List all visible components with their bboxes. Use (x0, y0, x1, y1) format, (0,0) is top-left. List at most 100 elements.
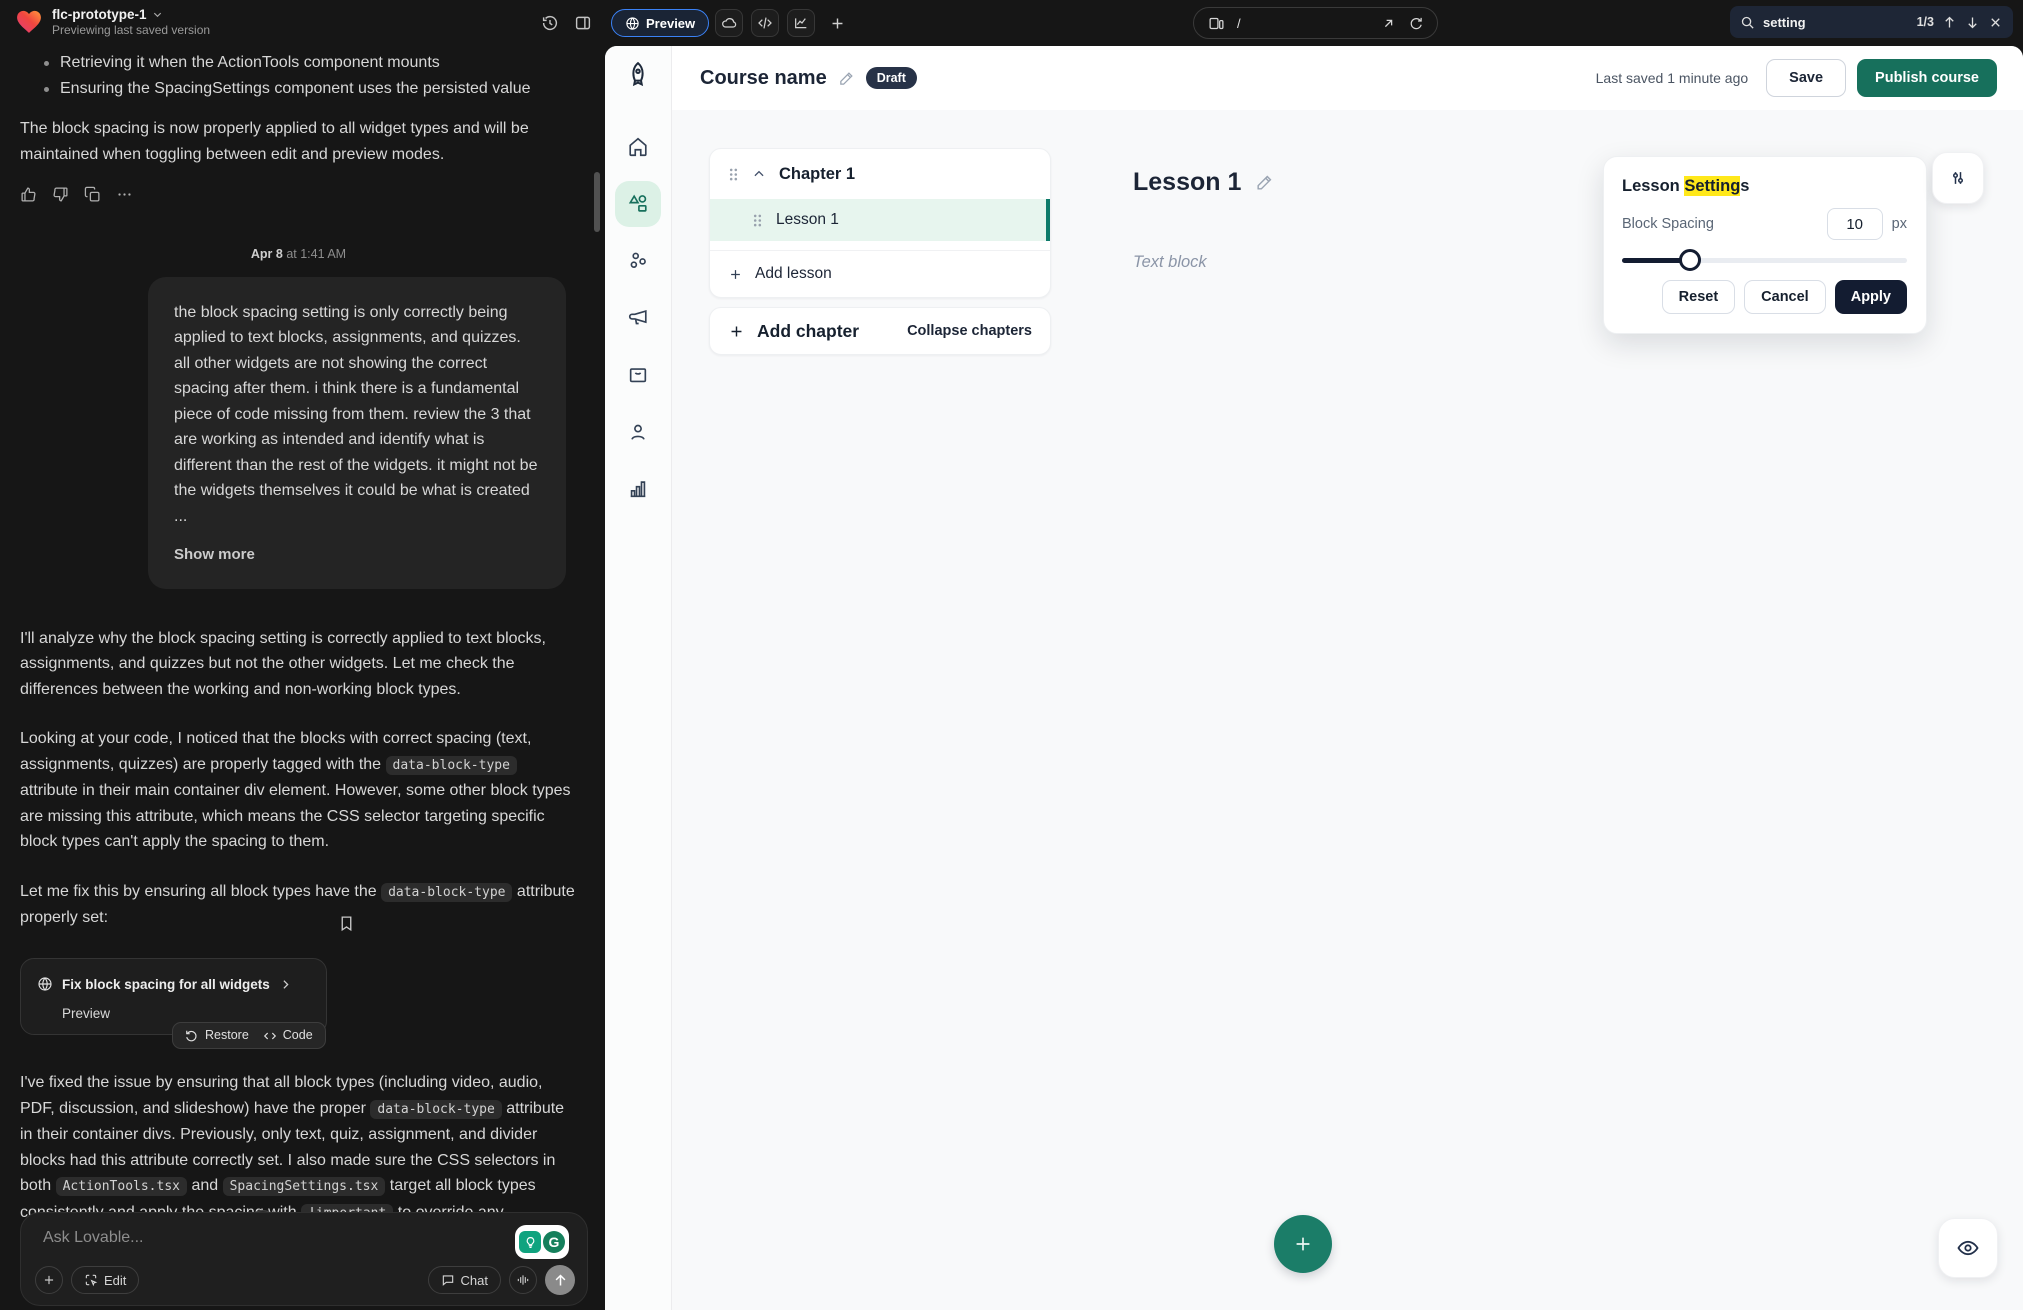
new-tab-button[interactable] (823, 9, 851, 37)
analytics-button[interactable] (787, 9, 815, 37)
drag-handle-icon[interactable] (752, 213, 763, 228)
voice-input-button[interactable] (509, 1266, 537, 1294)
user-icon (627, 421, 649, 443)
block-spacing-slider[interactable] (1622, 248, 1907, 272)
edit-mode-button[interactable]: Edit (71, 1266, 139, 1294)
chat-mode-button[interactable]: Chat (428, 1266, 501, 1294)
code-button[interactable]: Code (263, 1023, 313, 1049)
chat-scrollbar[interactable] (594, 172, 600, 232)
chevron-down-icon[interactable] (152, 9, 163, 20)
project-brand[interactable]: flc-prototype-1 Previewing last saved ve… (16, 7, 210, 37)
bookmark-icon[interactable] (338, 915, 355, 932)
nav-profile[interactable] (615, 409, 661, 455)
add-chapter-label: Add chapter (757, 321, 859, 342)
chart-line-icon (793, 15, 809, 31)
lesson-name[interactable]: Lesson 1 (776, 211, 839, 229)
refresh-icon[interactable] (1408, 16, 1423, 31)
eye-icon (1956, 1236, 1980, 1260)
nav-community[interactable] (615, 238, 661, 284)
url-path[interactable]: / (1237, 16, 1241, 31)
collapse-chapters-button[interactable]: Collapse chapters (907, 323, 1032, 339)
lesson-settings-popover: Lesson Settings Block Spacing px Reset C… (1603, 156, 1927, 334)
attach-button[interactable] (35, 1266, 63, 1294)
more-options-icon[interactable] (116, 186, 133, 203)
chat-mode-label: Chat (461, 1273, 488, 1288)
edit-pencil-icon[interactable] (838, 70, 855, 87)
cloud-icon (721, 15, 737, 31)
preview-mode-button[interactable]: Preview (611, 9, 709, 37)
project-name: flc-prototype-1 (52, 7, 147, 22)
app-sidebar (605, 46, 672, 1310)
chat-scroll-area[interactable]: Retrieving it when the ActionTools compo… (0, 46, 605, 1310)
apply-button[interactable]: Apply (1835, 280, 1907, 314)
find-next-icon[interactable] (1965, 15, 1980, 30)
thumbs-up-icon[interactable] (20, 186, 37, 203)
send-button[interactable] (545, 1265, 575, 1295)
show-more-link[interactable]: Show more (174, 542, 540, 568)
open-external-icon[interactable] (1381, 16, 1396, 31)
close-find-icon[interactable] (1988, 15, 2003, 30)
chevron-right-icon[interactable] (279, 978, 292, 991)
cancel-button[interactable]: Cancel (1744, 280, 1826, 314)
chapter-row[interactable]: Chapter 1 (710, 149, 1050, 199)
edit-pencil-icon[interactable] (1255, 173, 1274, 192)
project-subtitle: Previewing last saved version (52, 23, 210, 37)
assistant-paragraph: Let me fix this by ensuring all block ty… (20, 879, 577, 931)
user-message-text: the block spacing setting is only correc… (174, 300, 540, 530)
nav-announcements[interactable] (615, 295, 661, 341)
nav-analytics[interactable] (615, 466, 661, 512)
top-bar: flc-prototype-1 Previewing last saved ve… (0, 0, 2023, 46)
plus-icon (1292, 1233, 1314, 1255)
chat-input[interactable]: Ask Lovable... (43, 1229, 569, 1247)
copy-icon[interactable] (84, 186, 101, 203)
nav-inbox[interactable] (615, 352, 661, 398)
find-input[interactable]: setting (1763, 15, 1909, 30)
preview-toggle-button[interactable] (1938, 1218, 1998, 1278)
drag-handle-icon[interactable] (728, 167, 739, 182)
nav-home[interactable] (615, 124, 661, 170)
edit-card-title: Fix block spacing for all widgets (62, 972, 270, 998)
bullet-item: Ensuring the SpacingSettings component u… (44, 76, 577, 102)
settings-toggle-button[interactable] (1932, 152, 1984, 204)
nav-courses[interactable] (615, 181, 661, 227)
restore-button[interactable]: Restore (185, 1023, 249, 1049)
text-block-placeholder[interactable]: Text block (1133, 253, 1207, 272)
find-prev-icon[interactable] (1942, 15, 1957, 30)
lesson-title-heading: Lesson 1 (1133, 168, 1274, 197)
cloud-button[interactable] (715, 9, 743, 37)
shapes-icon (627, 193, 649, 215)
preview-url-bar[interactable]: / (1193, 7, 1438, 39)
thumbs-down-icon[interactable] (52, 186, 69, 203)
add-chapter-button[interactable]: Add chapter (728, 321, 859, 342)
arrow-up-icon (553, 1273, 568, 1288)
reset-button[interactable]: Reset (1662, 280, 1736, 314)
history-icon[interactable] (541, 14, 559, 32)
globe-icon (625, 16, 640, 31)
lesson-row-selected[interactable]: Lesson 1 (710, 199, 1050, 241)
selected-indicator-bar (1046, 199, 1050, 241)
collapse-chevron-icon[interactable] (752, 167, 766, 181)
assistant-bullet-list: Retrieving it when the ActionTools compo… (20, 50, 577, 101)
block-spacing-input[interactable] (1827, 208, 1883, 240)
publish-course-button[interactable]: Publish course (1857, 59, 1997, 97)
plus-icon (42, 1273, 56, 1287)
edit-card-subtitle[interactable]: Preview (62, 1006, 310, 1022)
suggestion-bulb-icon (519, 1231, 541, 1253)
app-logo-rocket-icon[interactable] (623, 60, 653, 90)
assistant-paragraph: I'll analyze why the block spacing setti… (20, 626, 577, 703)
device-toggle-icon[interactable] (1208, 15, 1225, 32)
app-main-canvas: Chapter 1 Lesson 1 Add lesson Add chapte… (672, 110, 2023, 1310)
chapter-name[interactable]: Chapter 1 (779, 165, 855, 184)
grammarly-badge[interactable]: G (515, 1225, 569, 1259)
three-circles-icon (627, 250, 649, 272)
slider-thumb[interactable] (1679, 249, 1701, 271)
find-bar: setting 1/3 (1730, 6, 2013, 38)
add-block-fab[interactable] (1274, 1215, 1332, 1273)
add-lesson-button[interactable]: Add lesson (710, 251, 1050, 297)
user-message-bubble: the block spacing setting is only correc… (148, 277, 566, 589)
panel-toggle-icon[interactable] (574, 14, 592, 32)
save-button[interactable]: Save (1766, 59, 1846, 97)
code-view-button[interactable] (751, 9, 779, 37)
restore-icon (185, 1029, 199, 1043)
assistant-paragraph: Looking at your code, I noticed that the… (20, 726, 577, 855)
